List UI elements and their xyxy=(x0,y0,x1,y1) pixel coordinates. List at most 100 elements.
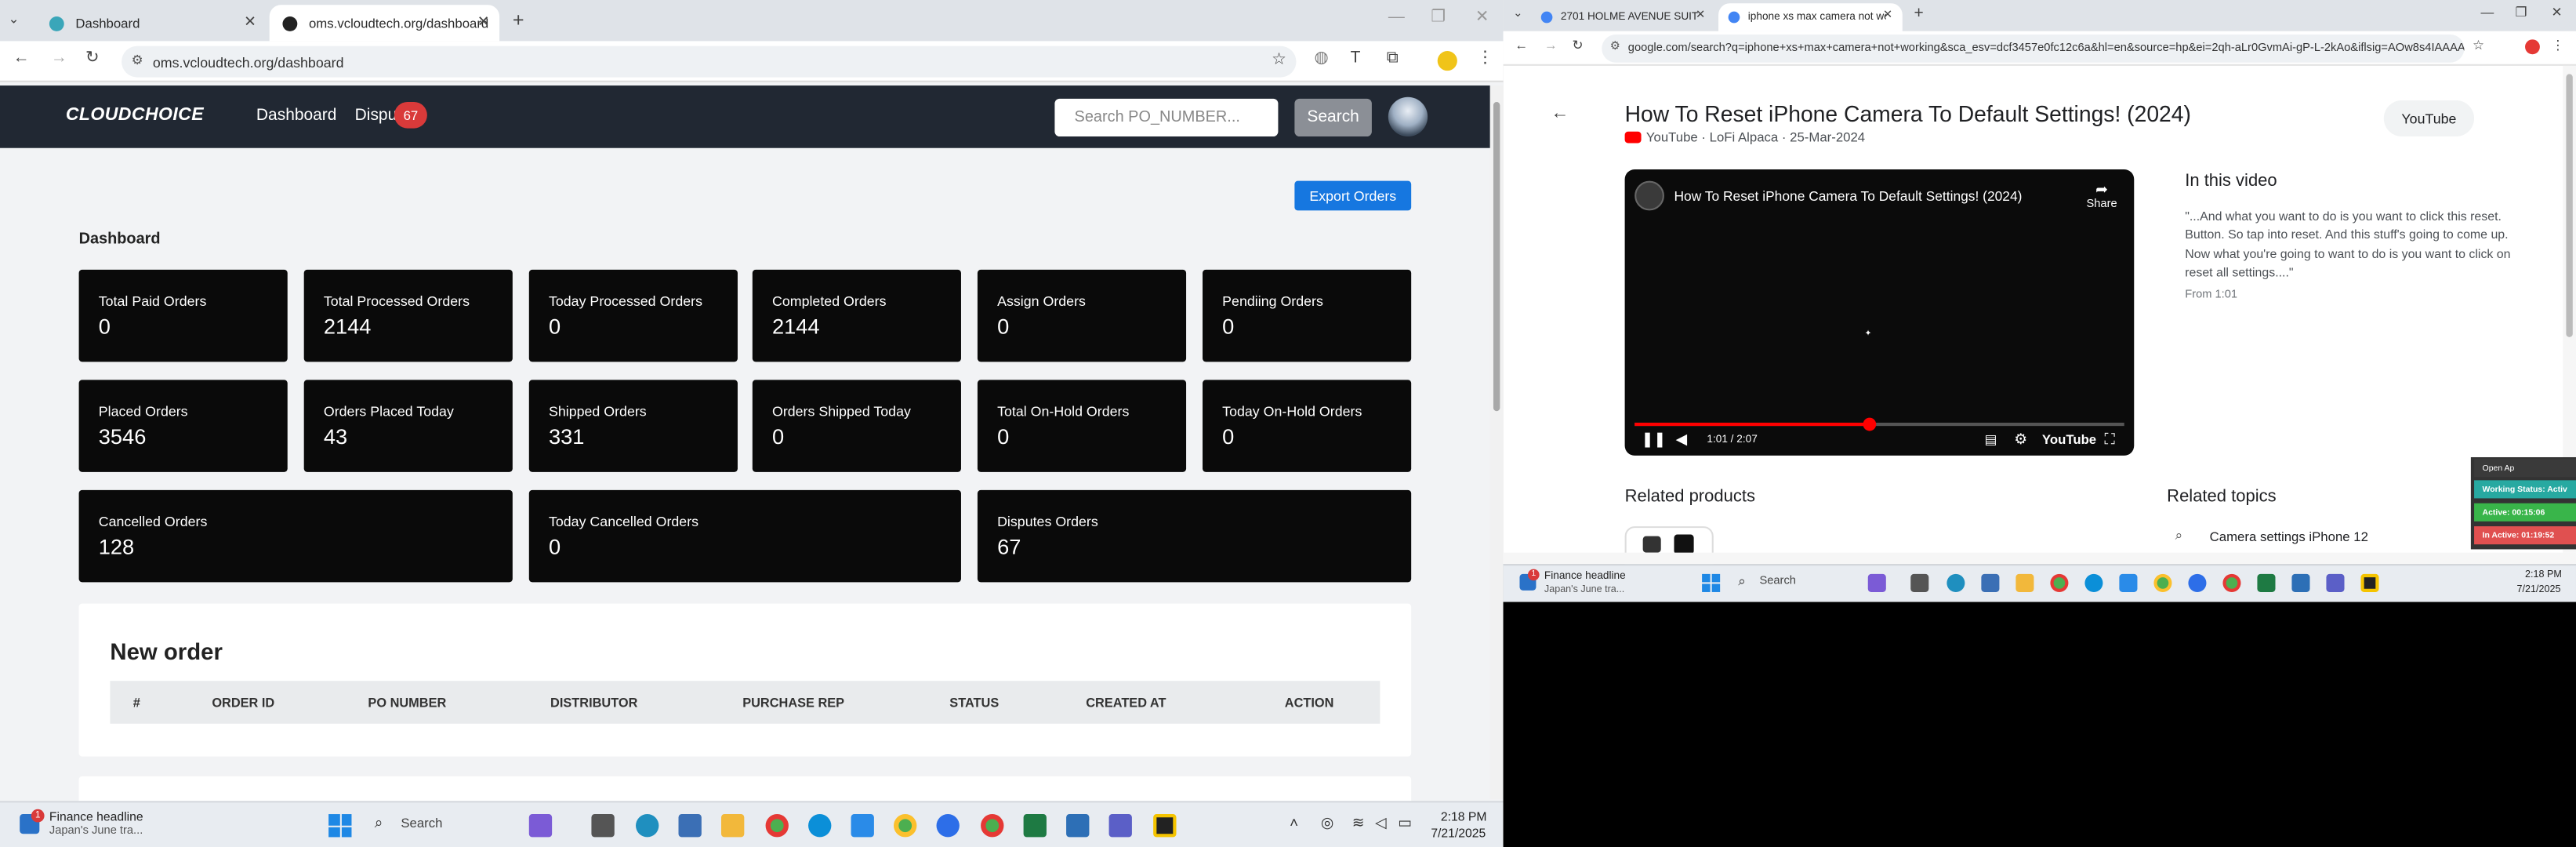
video-player[interactable]: How To Reset iPhone Camera To Default Se… xyxy=(1624,169,2135,456)
zoom-icon[interactable] xyxy=(2188,573,2207,592)
volume-icon[interactable]: ◀ xyxy=(1676,431,1688,449)
card-assign-orders[interactable]: Assign Orders 0 xyxy=(977,269,1187,362)
close-tab-icon[interactable]: ✕ xyxy=(1883,8,1892,22)
col-purchase-rep[interactable]: PURCHASE REP xyxy=(742,696,844,711)
close-tab-icon[interactable]: ✕ xyxy=(477,13,490,31)
copilot-icon[interactable] xyxy=(528,814,553,838)
col-status[interactable]: STATUS xyxy=(949,696,999,711)
news-headline[interactable]: Finance headline xyxy=(49,809,143,824)
video-title[interactable]: How To Reset iPhone Camera To Default Se… xyxy=(1625,102,2191,126)
folder-icon[interactable] xyxy=(720,814,745,838)
new-tab-icon[interactable]: + xyxy=(513,8,524,31)
horizontal-scrollbar[interactable] xyxy=(1503,552,2576,565)
scrollbar-thumb[interactable] xyxy=(1493,102,1500,412)
chrome-profile-icon[interactable] xyxy=(2153,573,2172,592)
file-explorer-icon[interactable] xyxy=(591,814,615,838)
tab-list-chevron-icon[interactable]: ⌄ xyxy=(8,12,19,27)
chrome-icon[interactable] xyxy=(2050,573,2069,592)
maximize-icon[interactable]: ❐ xyxy=(1431,8,1446,26)
share-button[interactable]: ➦ Share xyxy=(2086,181,2117,211)
profile-avatar-icon[interactable] xyxy=(2525,39,2540,55)
tab-address-search[interactable]: 2701 HOLME AVENUE SUITE 1 ✕ xyxy=(1531,3,1715,31)
card-today-on-hold-orders[interactable]: Today On-Hold Orders 0 xyxy=(1203,380,1412,472)
progress-handle[interactable] xyxy=(1863,417,1877,431)
progress-bar[interactable] xyxy=(1634,422,2124,427)
card-completed-orders[interactable]: Completed Orders 2144 xyxy=(752,269,961,362)
col-order-id[interactable]: ORDER ID xyxy=(212,696,274,711)
calculator-icon[interactable] xyxy=(678,814,702,838)
browser-menu-icon[interactable]: ⋮ xyxy=(2552,38,2565,53)
address-bar[interactable]: ⚙ google.com/search?q=iphone+xs+max+came… xyxy=(1602,35,2465,63)
card-total-processed-orders[interactable]: Total Processed Orders 2144 xyxy=(303,269,513,362)
app-icon[interactable] xyxy=(1153,814,1177,838)
extensions-puzzle-icon[interactable]: ⧉ xyxy=(1387,49,1399,67)
col-action[interactable]: ACTION xyxy=(1285,696,1334,711)
card-orders-placed-today[interactable]: Orders Placed Today 43 xyxy=(303,380,513,472)
col-distributor[interactable]: DISTRIBUTOR xyxy=(550,696,637,711)
back-arrow-icon[interactable]: ← xyxy=(1551,104,1569,123)
card-total-on-hold-orders[interactable]: Total On-Hold Orders 0 xyxy=(977,380,1187,472)
close-window-icon[interactable]: ✕ xyxy=(2552,5,2563,20)
taskbar-search[interactable]: Search xyxy=(401,816,442,831)
settings-gear-icon[interactable]: ⚙ xyxy=(2014,431,2027,449)
new-tab-icon[interactable]: + xyxy=(1914,5,1923,23)
teams-icon[interactable] xyxy=(2326,573,2345,592)
extension-icon[interactable]: ◍ xyxy=(1315,49,1329,67)
clock-date[interactable]: 7/21/2025 xyxy=(1431,826,1486,841)
clock-time[interactable]: 2:18 PM xyxy=(2525,571,2562,581)
card-shipped-orders[interactable]: Shipped Orders 331 xyxy=(528,380,738,472)
photos-icon[interactable] xyxy=(2291,573,2310,592)
network-icon[interactable]: ◎ xyxy=(1321,814,1333,832)
search-icon[interactable]: ⌕ xyxy=(375,814,383,832)
col-created-at[interactable]: CREATED AT xyxy=(1086,696,1166,711)
copilot-icon[interactable] xyxy=(1867,573,1886,592)
back-icon[interactable]: ← xyxy=(13,49,30,67)
forward-icon[interactable]: → xyxy=(1544,38,1558,53)
nav-dashboard[interactable]: Dashboard xyxy=(256,107,337,125)
profile-avatar-icon[interactable] xyxy=(1437,51,1457,71)
back-icon[interactable]: ← xyxy=(1515,38,1528,53)
card-pending-orders[interactable]: Pendiing Orders 0 xyxy=(1203,269,1412,362)
close-tab-icon[interactable]: ✕ xyxy=(244,13,256,31)
channel-avatar[interactable] xyxy=(1634,180,1664,211)
edge-browser-icon[interactable] xyxy=(2084,573,2103,592)
browser-menu-icon[interactable]: ⋮ xyxy=(1477,49,1493,67)
time-tracker-widget[interactable]: Open Ap Working Status: Activ Active: 00… xyxy=(2470,456,2576,550)
card-placed-orders[interactable]: Placed Orders 3546 xyxy=(78,380,288,472)
file-explorer-icon[interactable] xyxy=(1910,573,1929,592)
chrome-active-icon[interactable] xyxy=(2222,573,2241,592)
tab-iphone-search[interactable]: iphone xs max camera not wor ✕ xyxy=(1718,3,1903,31)
edge-icon[interactable] xyxy=(1947,573,1965,592)
windows-start-icon[interactable] xyxy=(1702,573,1721,592)
chrome-profile-icon[interactable] xyxy=(894,814,917,838)
user-avatar[interactable] xyxy=(1388,96,1428,137)
minimize-icon[interactable]: — xyxy=(2480,5,2494,20)
fullscreen-icon[interactable]: ⛶ xyxy=(2105,431,2115,449)
card-disputes-orders[interactable]: Disputes Orders 67 xyxy=(977,489,1412,583)
outlook-icon[interactable] xyxy=(2119,573,2138,592)
pause-icon[interactable]: ❚❚ xyxy=(1642,431,1667,449)
wifi-icon[interactable]: ≋ xyxy=(1352,814,1365,832)
folder-icon[interactable] xyxy=(2015,573,2034,592)
edge-icon[interactable] xyxy=(636,814,659,838)
app-icon[interactable] xyxy=(2360,573,2379,592)
site-info-icon[interactable]: ⚙ xyxy=(132,53,143,67)
video-transcript-quote[interactable]: "...And what you want to do is you want … xyxy=(2185,207,2513,282)
minimize-icon[interactable]: — xyxy=(1388,8,1405,26)
close-window-icon[interactable]: ✕ xyxy=(1475,8,1489,26)
card-today-processed-orders[interactable]: Today Processed Orders 0 xyxy=(528,269,738,362)
related-topic-link[interactable]: Camera settings iPhone 12 xyxy=(2210,529,2368,544)
site-info-icon[interactable]: ⚙ xyxy=(1610,39,1620,53)
col-po-number[interactable]: PO NUMBER xyxy=(368,696,446,711)
tab-oms-dashboard[interactable]: oms.vcloudtech.org/dashboard ✕ xyxy=(269,5,500,42)
brand-logo[interactable]: CLOUDCHOICE xyxy=(66,105,204,125)
captions-icon[interactable]: ▤ xyxy=(1985,433,1997,448)
chevron-up-icon[interactable]: ˄ xyxy=(1290,814,1298,831)
player-title[interactable]: How To Reset iPhone Camera To Default Se… xyxy=(1674,187,2022,204)
card-today-cancelled-orders[interactable]: Today Cancelled Orders 0 xyxy=(528,489,961,583)
bookmark-star-icon[interactable]: ☆ xyxy=(1272,51,1286,69)
card-orders-shipped-today[interactable]: Orders Shipped Today 0 xyxy=(752,380,961,472)
forward-icon[interactable]: → xyxy=(51,49,67,67)
outlook-icon[interactable] xyxy=(851,814,874,838)
clock-time[interactable]: 2:18 PM xyxy=(1441,809,1487,824)
